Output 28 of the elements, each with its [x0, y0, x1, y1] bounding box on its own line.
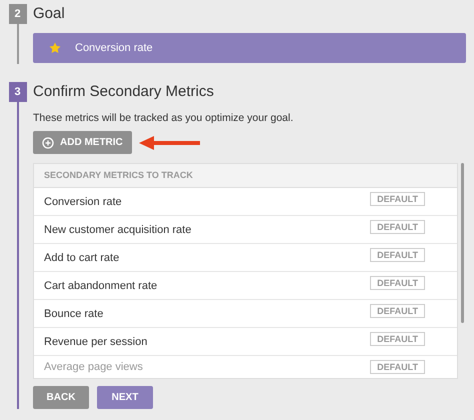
metric-name: Average page views — [44, 361, 143, 373]
metric-name: Revenue per session — [44, 336, 148, 348]
goal-name: Conversion rate — [75, 42, 153, 54]
step-title: Goal — [33, 4, 66, 24]
step-number: 2 — [8, 4, 26, 24]
default-tag: DEFAULT — [370, 192, 425, 206]
add-icon — [42, 136, 54, 148]
default-tag: DEFAULT — [370, 248, 425, 262]
metric-name: Bounce rate — [44, 308, 104, 320]
step-title: Confirm Secondary Metrics — [33, 82, 215, 102]
scrollbar[interactable] — [461, 163, 464, 323]
default-tag: DEFAULT — [370, 360, 425, 374]
step-description: These metrics will be tracked as you optimize your goal. — [33, 112, 294, 124]
default-tag: DEFAULT — [370, 332, 425, 346]
default-tag: DEFAULT — [370, 220, 425, 234]
add-metric-button[interactable]: ADD METRIC — [33, 131, 132, 154]
default-tag: DEFAULT — [370, 276, 425, 290]
star-icon — [49, 42, 61, 54]
step-number: 3 — [8, 82, 26, 102]
arrow-icon — [138, 134, 202, 150]
table-header: SECONDARY METRICS TO TRACK — [34, 164, 457, 188]
next-button[interactable]: NEXT — [97, 386, 153, 409]
metric-name: New customer acquisition rate — [44, 224, 192, 236]
back-button[interactable]: BACK — [33, 386, 89, 409]
metric-name: Cart abandonment rate — [44, 280, 158, 292]
metric-name: Add to cart rate — [44, 252, 120, 264]
metric-name: Conversion rate — [44, 196, 122, 208]
default-tag: DEFAULT — [370, 304, 425, 318]
